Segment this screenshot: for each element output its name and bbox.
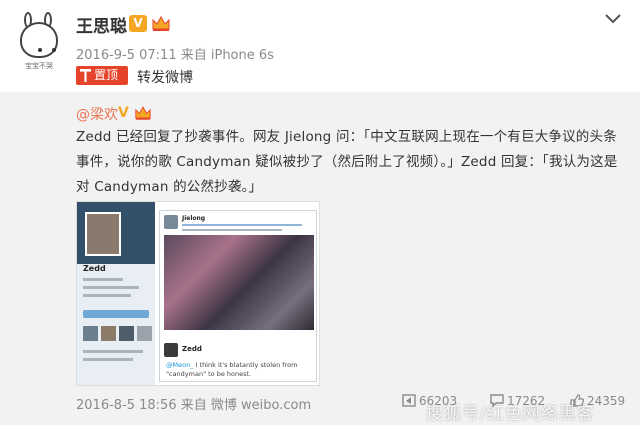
- photo-thumb: [101, 326, 116, 341]
- original-post-text: Zedd 已经回复了抄袭事件。网友 Jielong 问：「中文互联网上现在一个有…: [76, 129, 618, 195]
- reply-author: Zedd: [182, 345, 202, 353]
- profile-photo: [85, 212, 121, 256]
- post-image[interactable]: Zedd Jielong Zedd @Meon_ I think it's bl…: [76, 201, 320, 386]
- user-name[interactable]: 王思聪: [76, 12, 127, 37]
- avatar-eye-right: [52, 48, 56, 52]
- chevron-down-icon[interactable]: [604, 12, 622, 26]
- tweet-card: Jielong Zedd @Meon_ I think it's blatant…: [159, 210, 317, 382]
- reply-avatar: [164, 343, 178, 357]
- crown-icon: [135, 106, 151, 120]
- profile-text-line: [83, 294, 131, 297]
- profile-text-line: [83, 278, 123, 281]
- tweet-text-line: [182, 229, 282, 231]
- profile-button: [83, 310, 149, 318]
- original-timestamp: 2016-8-5 18:56 来自 微博 weibo.com: [76, 398, 312, 413]
- pinned-badge: 置顶: [76, 66, 128, 85]
- pin-icon: [80, 69, 91, 82]
- profile-text-line: [83, 350, 143, 353]
- tweet-avatar: [164, 215, 178, 229]
- tweet-author: Jielong: [182, 215, 206, 222]
- photo-thumb: [119, 326, 134, 341]
- watermark: 搜狐号/红色网络黑客: [426, 404, 595, 424]
- repost-label: 转发微博: [137, 70, 193, 86]
- avatar-eye-left: [38, 48, 42, 52]
- bunny-icon: [20, 22, 58, 58]
- original-verified-badge: V: [118, 105, 129, 121]
- photo-thumb: [137, 326, 152, 341]
- reply-handle: @Meon_: [166, 361, 194, 369]
- photo-thumb: [83, 326, 98, 341]
- twitter-profile-panel: Zedd: [77, 202, 155, 385]
- avatar-caption: 宝宝不哭: [25, 62, 53, 70]
- repost-icon: [402, 394, 416, 407]
- pinned-label: 置顶: [94, 68, 119, 82]
- post-meta: 2016-9-5 07:11 来自 iPhone 6s: [76, 48, 274, 63]
- post-header: 宝宝不哭 王思聪 V 2016-9-5 07:11 来自 iPhone 6s 置…: [0, 0, 640, 92]
- original-author-link[interactable]: @梁欢: [76, 104, 118, 124]
- profile-text-line: [83, 286, 139, 289]
- profile-text-line: [83, 358, 133, 361]
- profile-name: Zedd: [83, 264, 106, 273]
- tweet-text-line: [182, 224, 302, 226]
- avatar[interactable]: 宝宝不哭: [14, 12, 64, 72]
- reply-text: @Meon_ I think it's blatantly stolen fro…: [166, 361, 314, 379]
- video-thumbnail: [164, 235, 314, 330]
- verified-badge: V: [129, 15, 147, 32]
- crown-icon: [152, 15, 170, 31]
